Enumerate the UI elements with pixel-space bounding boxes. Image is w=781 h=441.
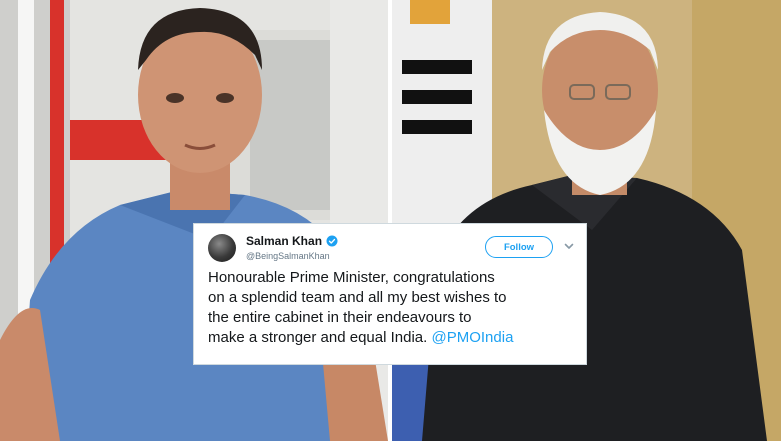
tweet-text-line: on a splendid team and all my best wishe…	[208, 289, 507, 306]
tweet-text-line: the entire cabinet in their endeavours t…	[208, 309, 472, 326]
avatar[interactable]	[208, 234, 236, 262]
photo-collage: Salman Khan @BeingSalmanKhan Follow Hono…	[0, 0, 781, 441]
tweet-text-line-last: make a stronger and equal India. @PMOInd…	[208, 328, 580, 348]
verified-badge-icon	[326, 235, 338, 247]
follow-button[interactable]: Follow	[485, 236, 553, 258]
tweet-author: Salman Khan	[246, 234, 338, 248]
tweet-author-handle[interactable]: @BeingSalmanKhan	[246, 251, 330, 261]
chevron-down-icon[interactable]	[563, 240, 575, 252]
right-photo	[392, 0, 781, 441]
left-photo	[0, 0, 388, 441]
tweet-text-line: Honourable Prime Minister, congratulatio…	[208, 269, 495, 286]
left-photo-scene	[0, 0, 388, 441]
tweet-text-line: make a stronger and equal India.	[208, 329, 428, 346]
tweet-author-name[interactable]: Salman Khan	[246, 234, 322, 248]
tweet-card: Salman Khan @BeingSalmanKhan Follow Hono…	[193, 223, 587, 365]
right-photo-scene	[392, 0, 781, 441]
tweet-text: Honourable Prime Minister, congratulatio…	[208, 268, 580, 348]
mention-link[interactable]: @PMOIndia	[431, 329, 513, 346]
